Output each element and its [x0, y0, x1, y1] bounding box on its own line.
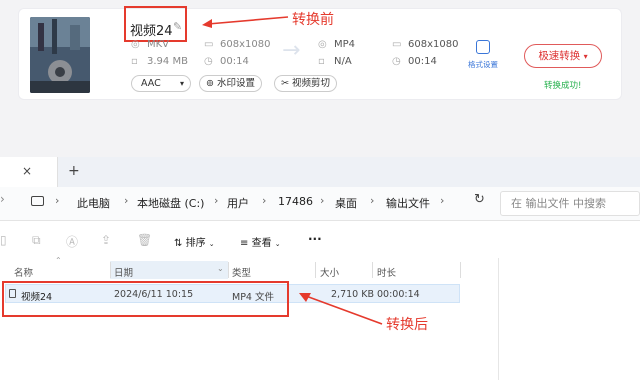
- column-header-type[interactable]: 类型: [232, 265, 251, 279]
- sort-icon: ⇅: [174, 238, 183, 249]
- before-annotation: 转换前: [292, 12, 334, 28]
- after-arrow: [299, 293, 383, 325]
- thumbnail-image: [30, 17, 90, 93]
- target-format-icon: ◎: [318, 39, 327, 50]
- view-label: 查看: [251, 238, 272, 249]
- watermark-icon: ⊚: [206, 78, 214, 89]
- resolution-icon: ▭: [204, 39, 214, 50]
- breadcrumb-separator: ›: [55, 194, 60, 207]
- breadcrumb-separator: ›: [262, 194, 267, 207]
- convert-arrow-icon: →: [282, 38, 301, 63]
- breadcrumb-separator: ›: [124, 194, 129, 207]
- column-header-name[interactable]: 名称: [14, 265, 33, 279]
- breadcrumb-local-disk[interactable]: 本地磁盘 (C:): [137, 195, 204, 211]
- breadcrumb-separator: ›: [440, 194, 445, 207]
- breadcrumb-output-folder[interactable]: 输出文件: [386, 195, 430, 211]
- source-resolution: 608x1080: [220, 39, 271, 50]
- chevron-down-icon: ⌄: [274, 240, 281, 248]
- video-clip-button[interactable]: ✂ 视频剪切: [274, 75, 338, 92]
- target-duration-icon: ◷: [392, 56, 401, 67]
- sort-label: 排序: [185, 238, 206, 249]
- filesize-icon: ▫: [131, 56, 138, 67]
- breadcrumb-desktop[interactable]: 桌面: [335, 195, 357, 211]
- format-icon: ◎: [131, 39, 140, 50]
- target-resolution: 608x1080: [408, 39, 459, 50]
- view-icon: ≡: [240, 238, 249, 249]
- video-thumbnail[interactable]: [30, 17, 90, 93]
- target-format: MP4: [334, 39, 356, 50]
- chevron-down-icon: ▾: [179, 79, 184, 88]
- audio-codec-select[interactable]: AAC ▾: [131, 75, 191, 92]
- copy-icon[interactable]: ⧉: [32, 233, 41, 248]
- source-format: MKV: [147, 39, 170, 50]
- share-icon[interactable]: ⇪: [101, 233, 111, 247]
- breadcrumb-separator: ›: [214, 194, 219, 207]
- column-divider[interactable]: [372, 262, 373, 278]
- audio-codec-value: AAC: [141, 78, 161, 89]
- refresh-icon[interactable]: ↻: [474, 192, 485, 207]
- target-size-icon: ▫: [318, 56, 325, 67]
- forward-icon[interactable]: ›: [0, 192, 5, 206]
- view-button[interactable]: ≡ 查看 ⌄: [240, 234, 281, 249]
- details-pane-divider: [498, 258, 499, 380]
- column-divider[interactable]: [460, 262, 461, 278]
- format-settings-icon[interactable]: [476, 40, 490, 54]
- breadcrumb-separator: ›: [320, 194, 325, 207]
- chevron-down-icon[interactable]: ⌄: [217, 264, 224, 273]
- column-header-size[interactable]: 大小: [320, 265, 339, 279]
- column-divider[interactable]: [315, 262, 316, 278]
- before-arrow: [202, 16, 289, 28]
- computer-icon: [31, 196, 44, 206]
- chevron-down-icon: ▾: [583, 52, 588, 61]
- column-header-date[interactable]: 日期: [114, 265, 133, 279]
- convert-status: 转换成功!: [544, 81, 582, 91]
- after-annotation: 转换后: [386, 317, 428, 333]
- source-duration: 00:14: [220, 56, 249, 67]
- more-options-button[interactable]: ···: [308, 232, 322, 246]
- column-divider[interactable]: [110, 262, 111, 278]
- after-highlight-box: [2, 281, 289, 317]
- sort-up-icon: ⌃: [55, 256, 62, 265]
- cut-icon[interactable]: ▯: [0, 233, 7, 247]
- scissors-icon: ✂: [281, 78, 289, 89]
- target-duration: 00:14: [408, 56, 437, 67]
- before-highlight-box: [124, 6, 187, 42]
- breadcrumb-separator: ›: [370, 194, 375, 207]
- duration-icon: ◷: [204, 56, 213, 67]
- fast-convert-button[interactable]: 极速转换 ▾: [524, 44, 602, 68]
- sort-button[interactable]: ⇅ 排序 ⌄: [174, 234, 215, 249]
- column-header-duration[interactable]: 时长: [377, 265, 396, 279]
- fast-convert-label: 极速转换: [538, 50, 581, 62]
- breadcrumb-users[interactable]: 用户: [227, 195, 249, 211]
- breadcrumb-user-folder[interactable]: 17486: [278, 195, 313, 208]
- watermark-settings-button[interactable]: ⊚ 水印设置: [199, 75, 263, 92]
- delete-icon[interactable]: 🗑: [137, 233, 152, 247]
- format-settings-label[interactable]: 格式设置: [468, 59, 498, 70]
- watermark-label: 水印设置: [217, 78, 256, 89]
- breadcrumb-this-pc[interactable]: 此电脑: [77, 195, 110, 211]
- search-input[interactable]: 在 输出文件 中搜索: [500, 191, 640, 216]
- source-size: 3.94 MB: [147, 56, 188, 67]
- close-tab-icon[interactable]: ×: [22, 164, 32, 178]
- rename-icon[interactable]: Ⓐ: [66, 233, 78, 250]
- chevron-down-icon: ⌄: [208, 240, 215, 248]
- new-tab-button[interactable]: +: [68, 163, 80, 179]
- target-resolution-icon: ▭: [392, 39, 402, 50]
- clip-label: 视频剪切: [292, 78, 331, 89]
- target-size: N/A: [334, 56, 352, 67]
- explorer-tab-bar: × +: [0, 157, 640, 187]
- column-divider[interactable]: [228, 262, 229, 278]
